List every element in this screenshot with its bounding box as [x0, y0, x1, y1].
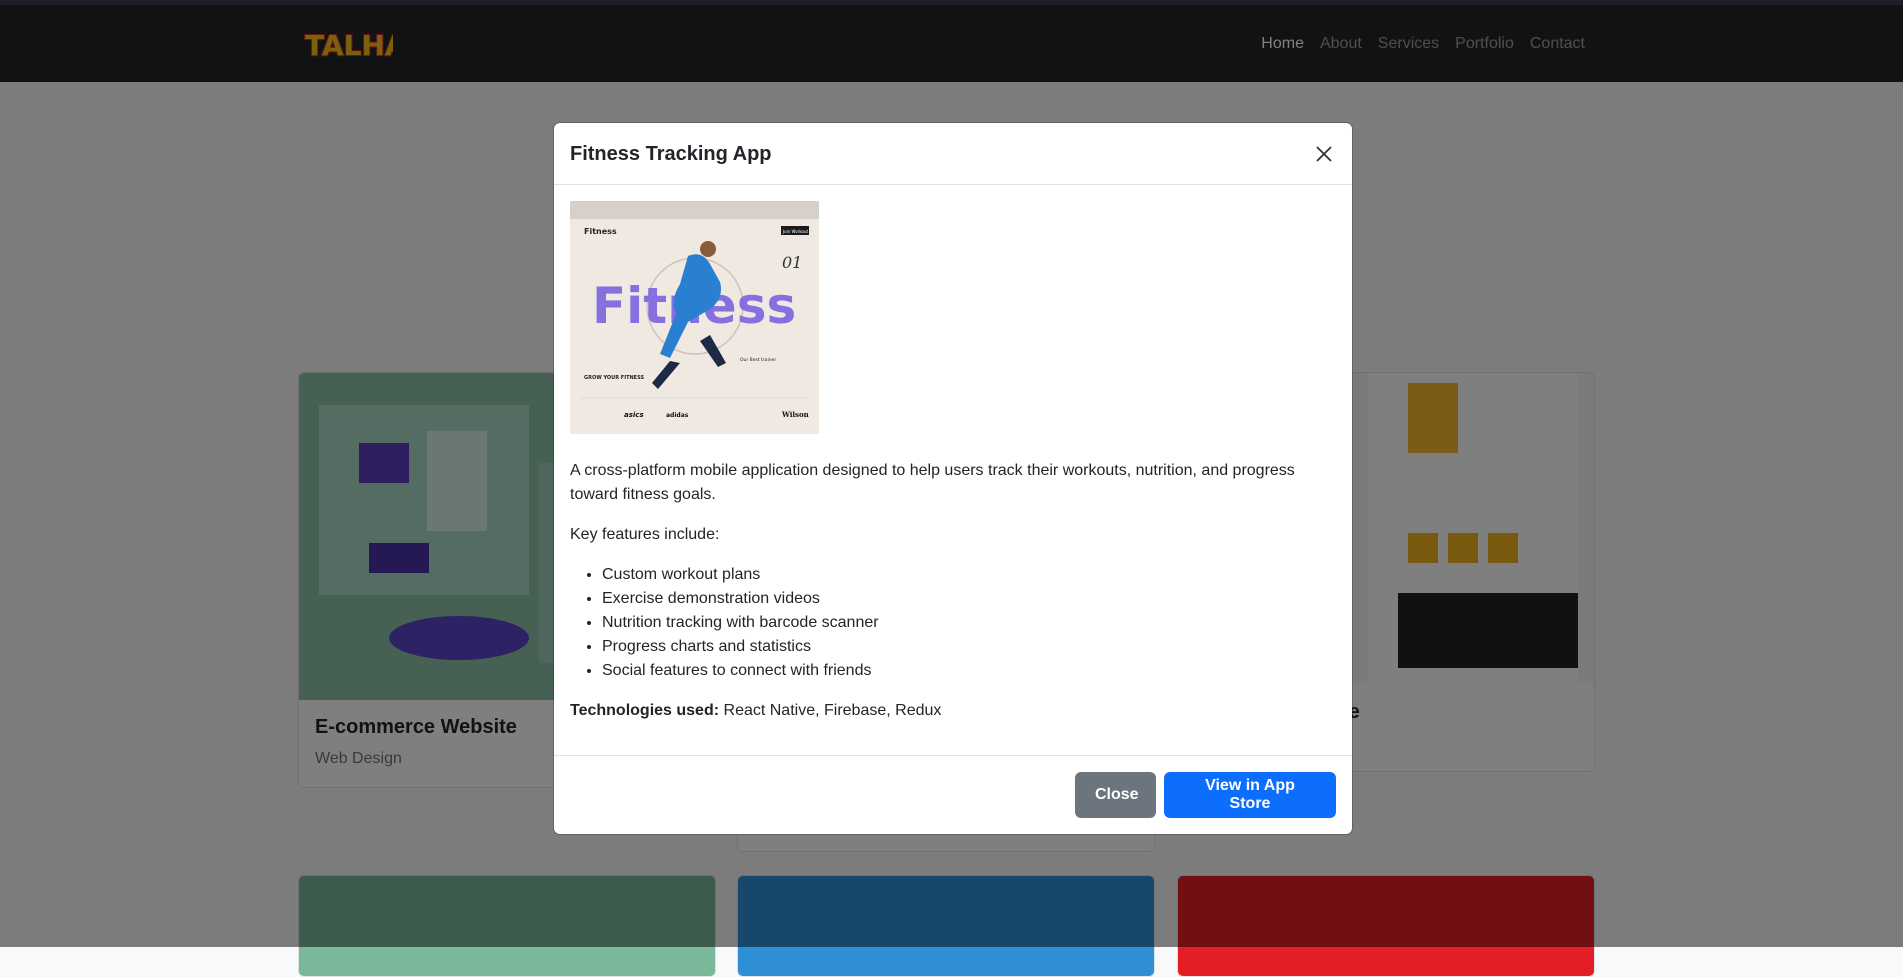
project-screenshot: Fitness Join Workout 01 Fitness GROW YOU…: [570, 201, 819, 434]
features-intro: Key features include:: [570, 526, 720, 543]
image-sponsor-wilson: Wilson: [781, 410, 809, 419]
modal-header: Fitness Tracking App: [554, 123, 1352, 185]
feature-item: Exercise demonstration videos: [602, 587, 1336, 611]
image-sponsor-adidas: adidas: [666, 412, 689, 419]
image-number: 01: [782, 253, 802, 272]
feature-item: Custom workout plans: [602, 563, 1336, 587]
project-modal: Fitness Tracking App Fitness Join Workou…: [554, 123, 1352, 834]
technologies-value: React Native, Firebase, Redux: [719, 702, 942, 719]
image-nav-button: Join Workout: [782, 229, 809, 234]
close-icon[interactable]: [1312, 142, 1336, 166]
modal-footer: Close View in App Store: [554, 755, 1352, 834]
feature-item: Social features to connect with friends: [602, 659, 1336, 683]
view-app-store-button[interactable]: View in App Store: [1164, 772, 1336, 818]
image-sponsor-asics: asics: [624, 411, 644, 419]
modal-title: Fitness Tracking App: [570, 143, 772, 165]
technologies-line: Technologies used: React Native, Firebas…: [570, 699, 1336, 723]
feature-item: Progress charts and statistics: [602, 635, 1336, 659]
project-description: A cross-platform mobile application desi…: [570, 462, 1295, 503]
close-button[interactable]: Close: [1075, 772, 1156, 818]
image-tagline: GROW YOUR FITNESS: [584, 375, 644, 381]
image-brand: Fitness: [584, 227, 617, 236]
features-list: Custom workout plans Exercise demonstrat…: [570, 563, 1336, 683]
image-trainers-label: Our Best trainer: [740, 357, 776, 363]
feature-item: Nutrition tracking with barcode scanner: [602, 611, 1336, 635]
technologies-label: Technologies used:: [570, 702, 720, 719]
modal-body: Fitness Join Workout 01 Fitness GROW YOU…: [570, 201, 1336, 739]
